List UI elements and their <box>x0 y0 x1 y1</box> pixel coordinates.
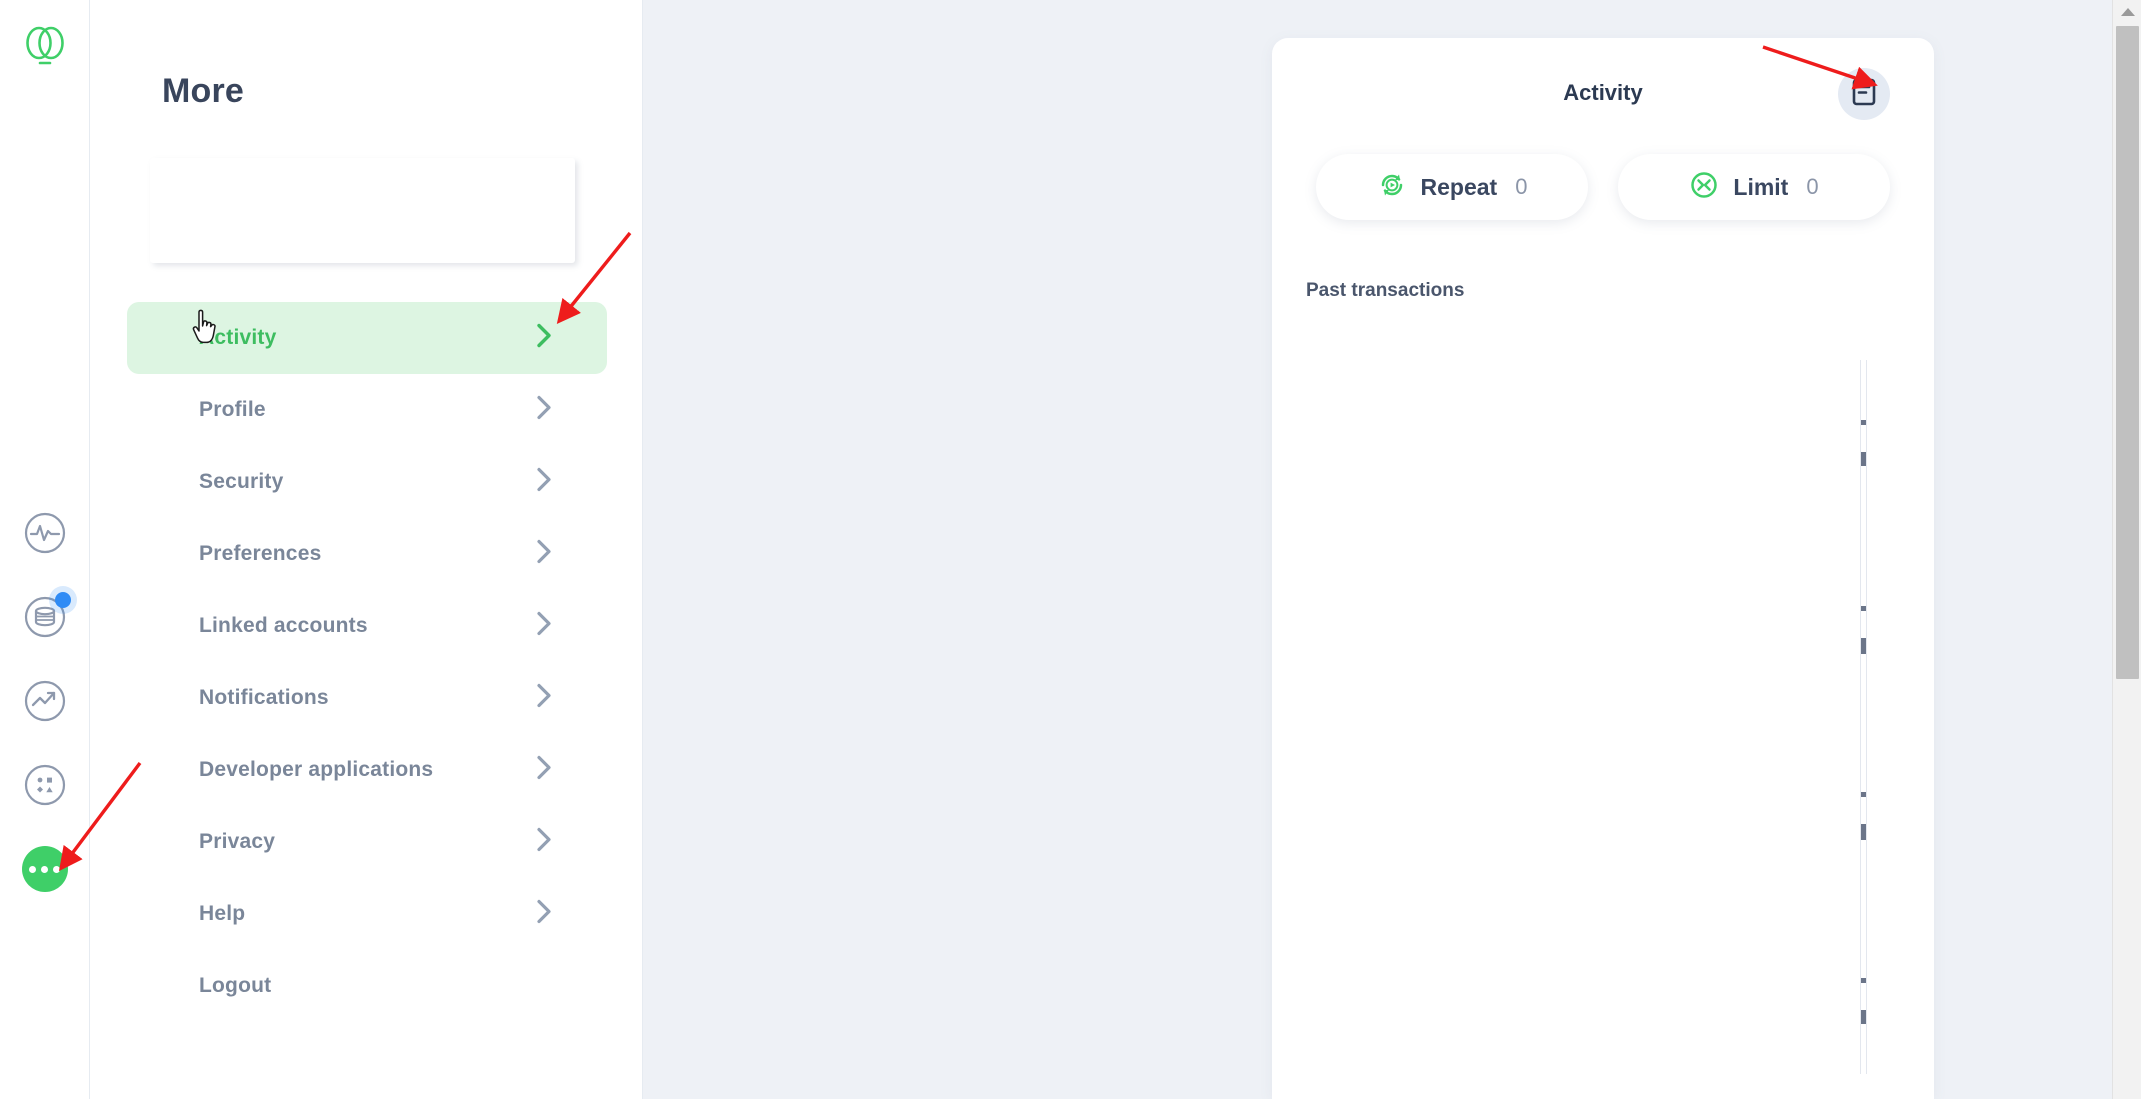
sidebar-item-help[interactable]: Help <box>127 878 607 950</box>
sidebar-item-linked-accounts[interactable]: Linked accounts <box>127 590 607 662</box>
scroll-up-button[interactable] <box>2113 0 2141 24</box>
more-icon[interactable] <box>21 846 68 892</box>
repeat-label: Repeat <box>1420 173 1498 200</box>
scrollbar-thumb[interactable] <box>2116 26 2139 679</box>
transaction-list-clipped[interactable] <box>1860 360 1867 1074</box>
page-title: More <box>162 72 245 110</box>
more-panel: More Activity Profile Security Preferenc… <box>90 0 643 1099</box>
sidebar-item-products[interactable] <box>22 762 68 808</box>
menu-item-label: Preferences <box>199 542 322 565</box>
mouse-cursor <box>192 309 216 344</box>
chevron-right-icon <box>536 755 553 786</box>
dot-2 <box>41 865 48 873</box>
limit-count: 0 <box>1806 174 1819 199</box>
dot-1 <box>29 865 36 873</box>
limit-icon <box>1689 170 1719 205</box>
sidebar-item-privacy[interactable]: Privacy <box>127 806 607 878</box>
trending-up-icon <box>23 679 67 723</box>
chevron-right-icon <box>536 323 553 354</box>
notification-badge <box>54 592 71 608</box>
sidebar-item-security[interactable]: Security <box>127 446 607 518</box>
chevron-right-icon <box>536 899 553 930</box>
limit-pill-button[interactable]: Limit 0 <box>1618 154 1890 220</box>
menu-item-label: Logout <box>199 974 272 997</box>
triangle-up-icon <box>2120 8 2135 16</box>
repeat-count: 0 <box>1515 174 1528 199</box>
menu-item-label: Linked accounts <box>199 614 368 637</box>
sidebar-item-notifications[interactable]: Notifications <box>127 662 607 734</box>
chevron-right-icon <box>536 827 553 858</box>
sidebar-item-pulse[interactable] <box>22 510 68 556</box>
activity-panel: Activity Repeat 0 Limit 0 Past transacti… <box>1272 38 1934 1099</box>
activity-title: Activity <box>1563 80 1643 105</box>
past-transactions-heading: Past transactions <box>1306 280 1465 301</box>
left-nav-rail <box>0 0 90 1099</box>
page-scrollbar[interactable] <box>2112 0 2141 1099</box>
repeat-icon <box>1377 170 1407 205</box>
more-menu: Activity Profile Security Preferences Li… <box>127 302 607 1022</box>
blank-card <box>150 158 575 263</box>
dot-3 <box>53 865 60 873</box>
shapes-icon <box>23 763 67 807</box>
app-root: More Activity Profile Security Preferenc… <box>0 0 2141 1099</box>
chevron-right-icon <box>536 395 553 426</box>
statement-icon <box>1852 78 1876 111</box>
chevron-right-icon <box>536 467 553 498</box>
menu-item-label: Developer applications <box>199 758 434 781</box>
sidebar-item-logout[interactable]: Logout <box>127 950 607 1022</box>
sidebar-item-more[interactable] <box>21 846 68 892</box>
limit-label: Limit <box>1733 173 1789 200</box>
menu-item-label: Profile <box>199 398 266 421</box>
menu-item-label: Security <box>199 470 284 493</box>
menu-item-label: Help <box>199 902 246 925</box>
chevron-right-icon <box>536 611 553 642</box>
chevron-right-icon <box>536 683 553 714</box>
sidebar-item-invest[interactable] <box>22 678 68 724</box>
menu-item-label: Privacy <box>199 830 276 853</box>
activity-header: Activity <box>1272 38 1934 146</box>
activity-filter-pills: Repeat 0 Limit 0 <box>1272 154 1934 220</box>
sidebar-item-profile[interactable]: Profile <box>127 374 607 446</box>
repeat-pill-button[interactable]: Repeat 0 <box>1316 154 1588 220</box>
sidebar-item-preferences[interactable]: Preferences <box>127 518 607 590</box>
pulse-icon <box>23 511 67 555</box>
menu-item-label: Notifications <box>199 686 329 709</box>
app-logo[interactable] <box>22 24 68 70</box>
chevron-right-icon <box>536 539 553 570</box>
sidebar-item-accounts[interactable] <box>22 592 71 640</box>
sidebar-item-developer-applications[interactable]: Developer applications <box>127 734 607 806</box>
statement-button[interactable] <box>1838 68 1890 120</box>
